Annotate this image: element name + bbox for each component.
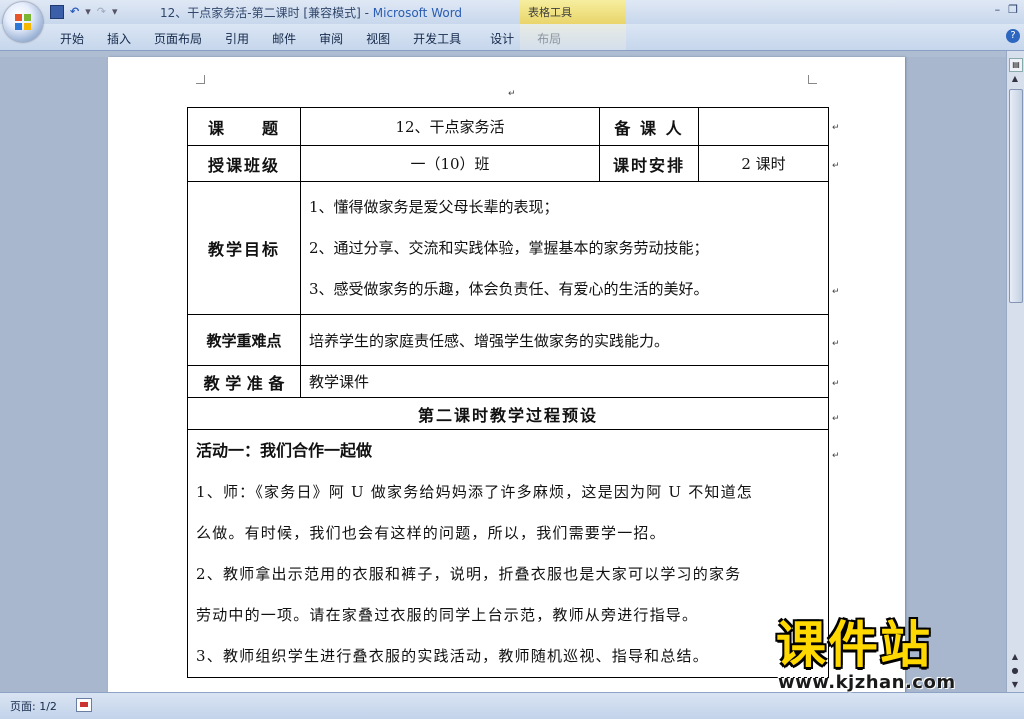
table-tools-group: 表格工具 xyxy=(520,0,626,24)
restore-button[interactable]: ❐ xyxy=(1008,3,1018,16)
tab-view[interactable]: 视图 xyxy=(366,30,390,47)
customize-toolbar-icon[interactable]: ▾ xyxy=(112,4,118,20)
page-count[interactable]: 页面: 1/2 xyxy=(10,698,57,714)
tab-insert[interactable]: 插入 xyxy=(107,30,131,47)
window-title: 12、干点家务活-第二课时 [兼容模式] - Microsoft Word xyxy=(160,6,463,20)
objectives-label: 教学目标 xyxy=(187,181,301,315)
end-of-row-mark: ↵ xyxy=(832,287,840,297)
ribbon-tabs: 开始 插入 页面布局 引用 邮件 审阅 视图 开发工具 设计 布局 xyxy=(60,30,584,47)
vertical-scrollbar[interactable]: ▤ ▲ ▲ ● ▼ xyxy=(1006,51,1024,692)
table-row: 教学目标 1、懂得做家务是爱父母长辈的表现； 2、通过分享、交流和实践体验，掌握… xyxy=(187,181,829,315)
tab-references[interactable]: 引用 xyxy=(225,30,249,47)
tab-review[interactable]: 审阅 xyxy=(319,30,343,47)
paragraph-mark: ↵ xyxy=(508,89,516,99)
document-page[interactable]: ↵ 课 题 12、干点家务活 备 课 人 授课班级 一（10）班 课时安排 2 … xyxy=(108,57,905,693)
table-row: 授课班级 一（10）班 课时安排 2 课时 xyxy=(187,145,829,182)
office-button[interactable] xyxy=(3,2,43,42)
preparer-label: 备 课 人 xyxy=(599,107,699,146)
browse-object-icon[interactable]: ● xyxy=(1009,665,1021,677)
process-heading[interactable]: 第二课时教学过程预设 xyxy=(187,397,829,430)
next-page-icon[interactable]: ▼ xyxy=(1009,679,1021,691)
tab-design[interactable]: 设计 xyxy=(490,30,514,47)
scroll-up-icon[interactable]: ▲ xyxy=(1009,73,1021,85)
end-of-row-mark: ↵ xyxy=(832,451,840,461)
lesson-plan-table[interactable]: 课 题 12、干点家务活 备 课 人 授课班级 一（10）班 课时安排 2 课时… xyxy=(187,107,829,678)
document-name: 12、干点家务活-第二课时 [兼容模式] xyxy=(160,6,361,20)
tab-developer[interactable]: 开发工具 xyxy=(413,30,461,47)
office-logo-icon xyxy=(15,14,31,30)
table-tools-tab-area xyxy=(520,24,626,50)
undo-icon[interactable]: ↶ xyxy=(70,4,79,20)
margin-corner-mark xyxy=(196,75,205,84)
end-of-row-mark: ↵ xyxy=(832,339,840,349)
tab-page-layout[interactable]: 页面布局 xyxy=(154,30,202,47)
table-row: 活动一：我们合作一起做 1、师：《家务日》阿 U 做家务给妈妈添了许多麻烦，这是… xyxy=(187,429,829,678)
objective-line: 3、感受做家务的乐趣，体会负责任、有爱心的生活的美好。 xyxy=(309,279,709,298)
save-icon[interactable] xyxy=(50,5,64,19)
table-row: 课 题 12、干点家务活 备 课 人 xyxy=(187,107,829,146)
key-points-value[interactable]: 培养学生的家庭责任感、增强学生做家务的实践能力。 xyxy=(300,314,829,366)
activity-line: 2、教师拿出示范用的衣服和裤子，说明，折叠衣服也是大家可以学习的家务 xyxy=(196,565,742,583)
end-of-row-mark: ↵ xyxy=(832,161,840,171)
tab-mailings[interactable]: 邮件 xyxy=(272,30,296,47)
app-name: Microsoft Word xyxy=(372,6,463,20)
scrollbar-thumb[interactable] xyxy=(1009,89,1023,303)
topic-label: 课 题 xyxy=(187,107,301,146)
table-row: 教学重难点 培养学生的家庭责任感、增强学生做家务的实践能力。 xyxy=(187,314,829,366)
window-controls: – ❐ xyxy=(995,3,1018,16)
quick-access-toolbar: ↶ ▾ ↷ ▾ xyxy=(50,4,118,20)
previous-page-icon[interactable]: ▲ xyxy=(1009,651,1021,663)
objectives-cell[interactable]: 1、懂得做家务是爱父母长辈的表现； 2、通过分享、交流和实践体验，掌握基本的家务… xyxy=(300,181,829,315)
preparer-value[interactable] xyxy=(698,107,829,146)
topic-value[interactable]: 12、干点家务活 xyxy=(300,107,600,146)
title-bar: ↶ ▾ ↷ ▾ 12、干点家务活-第二课时 [兼容模式] - Microsoft… xyxy=(0,0,1024,24)
watermark-brand: 课件站 xyxy=(776,616,932,674)
objective-line: 1、懂得做家务是爱父母长辈的表现； xyxy=(309,197,559,216)
end-of-row-mark: ↵ xyxy=(832,414,840,424)
activity-cell[interactable]: 活动一：我们合作一起做 1、师：《家务日》阿 U 做家务给妈妈添了许多麻烦，这是… xyxy=(187,429,829,678)
schedule-label: 课时安排 xyxy=(599,145,699,182)
view-ruler-icon[interactable]: ▤ xyxy=(1009,58,1023,72)
activity-title: 活动一：我们合作一起做 xyxy=(196,441,373,460)
tab-home[interactable]: 开始 xyxy=(60,30,84,47)
status-bar: 页面: 1/2 xyxy=(0,692,1024,719)
help-icon[interactable]: ? xyxy=(1006,29,1020,43)
class-label: 授课班级 xyxy=(187,145,301,182)
schedule-value[interactable]: 2 课时 xyxy=(698,145,829,182)
table-tools-label: 表格工具 xyxy=(528,6,572,19)
preparation-value[interactable]: 教学课件 xyxy=(300,365,829,398)
watermark-url: www.kjzhan.com xyxy=(778,672,956,693)
activity-line: 劳动中的一项。请在家叠过衣服的同学上台示范，教师从旁进行指导。 xyxy=(196,606,699,624)
activity-line: 1、师：《家务日》阿 U 做家务给妈妈添了许多麻烦，这是因为阿 U 不知道怎 xyxy=(196,483,754,501)
table-row: 第二课时教学过程预设 xyxy=(187,397,829,430)
preparation-label: 教 学 准 备 xyxy=(187,365,301,398)
end-of-row-mark: ↵ xyxy=(832,379,840,389)
undo-dropdown-icon[interactable]: ▾ xyxy=(85,4,91,20)
objective-line: 2、通过分享、交流和实践体验，掌握基本的家务劳动技能； xyxy=(309,238,709,257)
activity-line: 么做。有时候，我们也会有这样的问题，所以，我们需要学一招。 xyxy=(196,524,666,542)
margin-corner-mark xyxy=(808,75,817,84)
class-value[interactable]: 一（10）班 xyxy=(300,145,600,182)
ribbon: 开始 插入 页面布局 引用 邮件 审阅 视图 开发工具 设计 布局 xyxy=(0,24,1024,51)
minimize-button[interactable]: – xyxy=(995,3,1001,16)
activity-line: 3、教师组织学生进行叠衣服的实践活动，教师随机巡视、指导和总结。 xyxy=(196,647,709,665)
site-watermark: 课件站 www.kjzhan.com xyxy=(776,616,955,693)
key-points-label: 教学重难点 xyxy=(187,314,301,366)
redo-icon[interactable]: ↷ xyxy=(97,4,106,20)
end-of-row-mark: ↵ xyxy=(832,123,840,133)
table-row: 教 学 准 备 教学课件 xyxy=(187,365,829,398)
language-icon[interactable] xyxy=(76,698,92,712)
